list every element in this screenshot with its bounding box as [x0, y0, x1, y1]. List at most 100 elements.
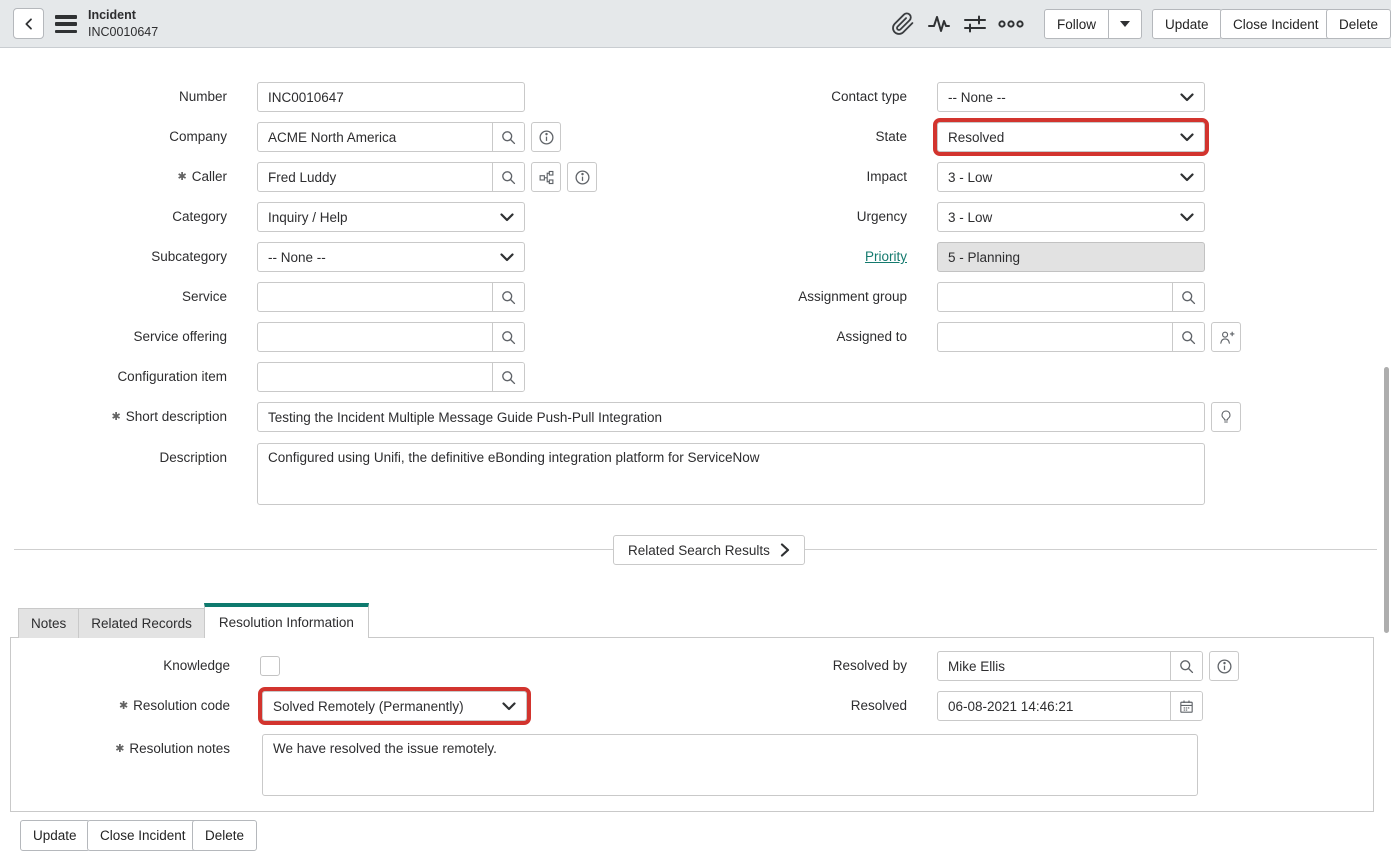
chevron-down-icon — [1180, 173, 1194, 182]
search-icon — [500, 169, 517, 186]
info-icon — [574, 169, 591, 186]
assigned-to-input[interactable] — [938, 323, 1172, 351]
service-field[interactable] — [257, 282, 525, 312]
urgency-select[interactable]: 3 - Low — [937, 202, 1205, 232]
configuration-item-label: Configuration item — [0, 362, 227, 392]
resolved-by-input[interactable] — [938, 652, 1170, 680]
related-search-results-button[interactable]: Related Search Results — [613, 535, 805, 565]
impact-value: 3 - Low — [948, 170, 992, 185]
suggestion-button[interactable] — [1211, 402, 1241, 432]
resolved-by-field[interactable] — [937, 651, 1203, 681]
impact-select[interactable]: 3 - Low — [937, 162, 1205, 192]
caller-lookup-button[interactable] — [492, 163, 524, 191]
short-description-input[interactable] — [258, 403, 1204, 431]
assigned-to-label: Assigned to — [640, 322, 907, 352]
resolved-calendar-button[interactable] — [1170, 692, 1202, 720]
company-preview-button[interactable] — [531, 122, 561, 152]
configuration-item-input[interactable] — [258, 363, 492, 391]
service-input[interactable] — [258, 283, 492, 311]
vertical-scrollbar[interactable] — [1384, 367, 1389, 633]
assigned-to-lookup-button[interactable] — [1172, 323, 1204, 351]
subcategory-value: -- None -- — [268, 250, 326, 265]
contact-type-label: Contact type — [640, 82, 907, 112]
context-menu-icon[interactable] — [55, 15, 77, 33]
caller-show-related-button[interactable] — [531, 162, 561, 192]
tab-related-records[interactable]: Related Records — [78, 608, 205, 638]
search-icon — [1180, 289, 1197, 306]
footer-update-button[interactable]: Update — [20, 820, 90, 851]
resolution-notes-textarea[interactable]: We have resolved the issue remotely. — [262, 734, 1198, 796]
state-select[interactable]: Resolved — [937, 122, 1205, 152]
assigned-to-field[interactable] — [937, 322, 1205, 352]
more-options-icon[interactable] — [996, 11, 1026, 37]
tab-resolution-information[interactable]: Resolution Information — [204, 603, 369, 638]
contact-type-select[interactable]: -- None -- — [937, 82, 1205, 112]
mandatory-icon — [119, 698, 133, 713]
assignment-group-lookup-button[interactable] — [1172, 283, 1204, 311]
activity-stream-icon[interactable] — [924, 11, 954, 37]
form-tabs: Notes Related Records Resolution Informa… — [18, 603, 368, 638]
knowledge-checkbox[interactable] — [260, 656, 280, 676]
service-lookup-button[interactable] — [492, 283, 524, 311]
lightbulb-icon — [1218, 409, 1234, 425]
search-icon — [500, 329, 517, 346]
caller-preview-button[interactable] — [567, 162, 597, 192]
category-select[interactable]: Inquiry / Help — [257, 202, 525, 232]
assignment-group-input[interactable] — [938, 283, 1172, 311]
assignment-group-label: Assignment group — [640, 282, 907, 312]
chevron-down-icon — [502, 702, 516, 711]
resolved-field[interactable] — [937, 691, 1203, 721]
assignment-group-field[interactable] — [937, 282, 1205, 312]
delete-button[interactable]: Delete — [1326, 9, 1391, 39]
search-icon — [1178, 658, 1195, 675]
priority-label: Priority — [640, 242, 907, 272]
company-input[interactable] — [258, 123, 492, 151]
mandatory-icon — [178, 169, 192, 184]
back-button[interactable] — [13, 8, 44, 39]
resolved-by-preview-button[interactable] — [1209, 651, 1239, 681]
caller-field[interactable] — [257, 162, 525, 192]
company-label: Company — [0, 122, 227, 152]
priority-field: 5 - Planning — [937, 242, 1205, 272]
close-incident-button[interactable]: Close Incident — [1220, 9, 1332, 39]
resolution-code-select[interactable]: Solved Remotely (Permanently) — [262, 691, 527, 721]
resolution-code-label: Resolution code — [0, 691, 230, 722]
knowledge-label: Knowledge — [0, 651, 230, 681]
chevron-down-icon — [1180, 213, 1194, 222]
service-offering-field[interactable] — [257, 322, 525, 352]
service-offering-input[interactable] — [258, 323, 492, 351]
short-description-label: Short description — [0, 402, 227, 433]
category-label: Category — [0, 202, 227, 232]
configuration-item-field[interactable] — [257, 362, 525, 392]
number-label: Number — [0, 82, 227, 112]
caller-input[interactable] — [258, 163, 492, 191]
chevron-down-icon — [500, 253, 514, 262]
assign-to-me-button[interactable] — [1211, 322, 1241, 352]
urgency-value: 3 - Low — [948, 210, 992, 225]
short-description-field[interactable] — [257, 402, 1205, 432]
description-label: Description — [0, 443, 227, 473]
personalize-form-icon[interactable] — [960, 11, 990, 37]
number-field[interactable] — [257, 82, 525, 112]
configuration-item-lookup-button[interactable] — [492, 363, 524, 391]
update-button[interactable]: Update — [1152, 9, 1222, 39]
tab-notes[interactable]: Notes — [18, 608, 79, 638]
number-input[interactable] — [258, 83, 524, 111]
header-bar: Incident INC0010647 Follow — [0, 0, 1391, 48]
related-search-label: Related Search Results — [628, 543, 770, 558]
company-lookup-button[interactable] — [492, 123, 524, 151]
follow-button[interactable]: Follow — [1044, 9, 1109, 39]
search-icon — [500, 289, 517, 306]
attachment-icon[interactable] — [888, 11, 918, 37]
page-title: Incident — [88, 7, 158, 24]
service-offering-lookup-button[interactable] — [492, 323, 524, 351]
footer-delete-button[interactable]: Delete — [192, 820, 257, 851]
resolved-by-lookup-button[interactable] — [1170, 652, 1202, 680]
company-field[interactable] — [257, 122, 525, 152]
footer-close-incident-button[interactable]: Close Incident — [87, 820, 199, 851]
priority-link[interactable]: Priority — [865, 249, 907, 264]
resolved-input[interactable] — [938, 692, 1170, 720]
follow-dropdown-button[interactable] — [1109, 9, 1142, 39]
description-textarea[interactable]: Configured using Unifi, the definitive e… — [257, 443, 1205, 505]
subcategory-select[interactable]: -- None -- — [257, 242, 525, 272]
